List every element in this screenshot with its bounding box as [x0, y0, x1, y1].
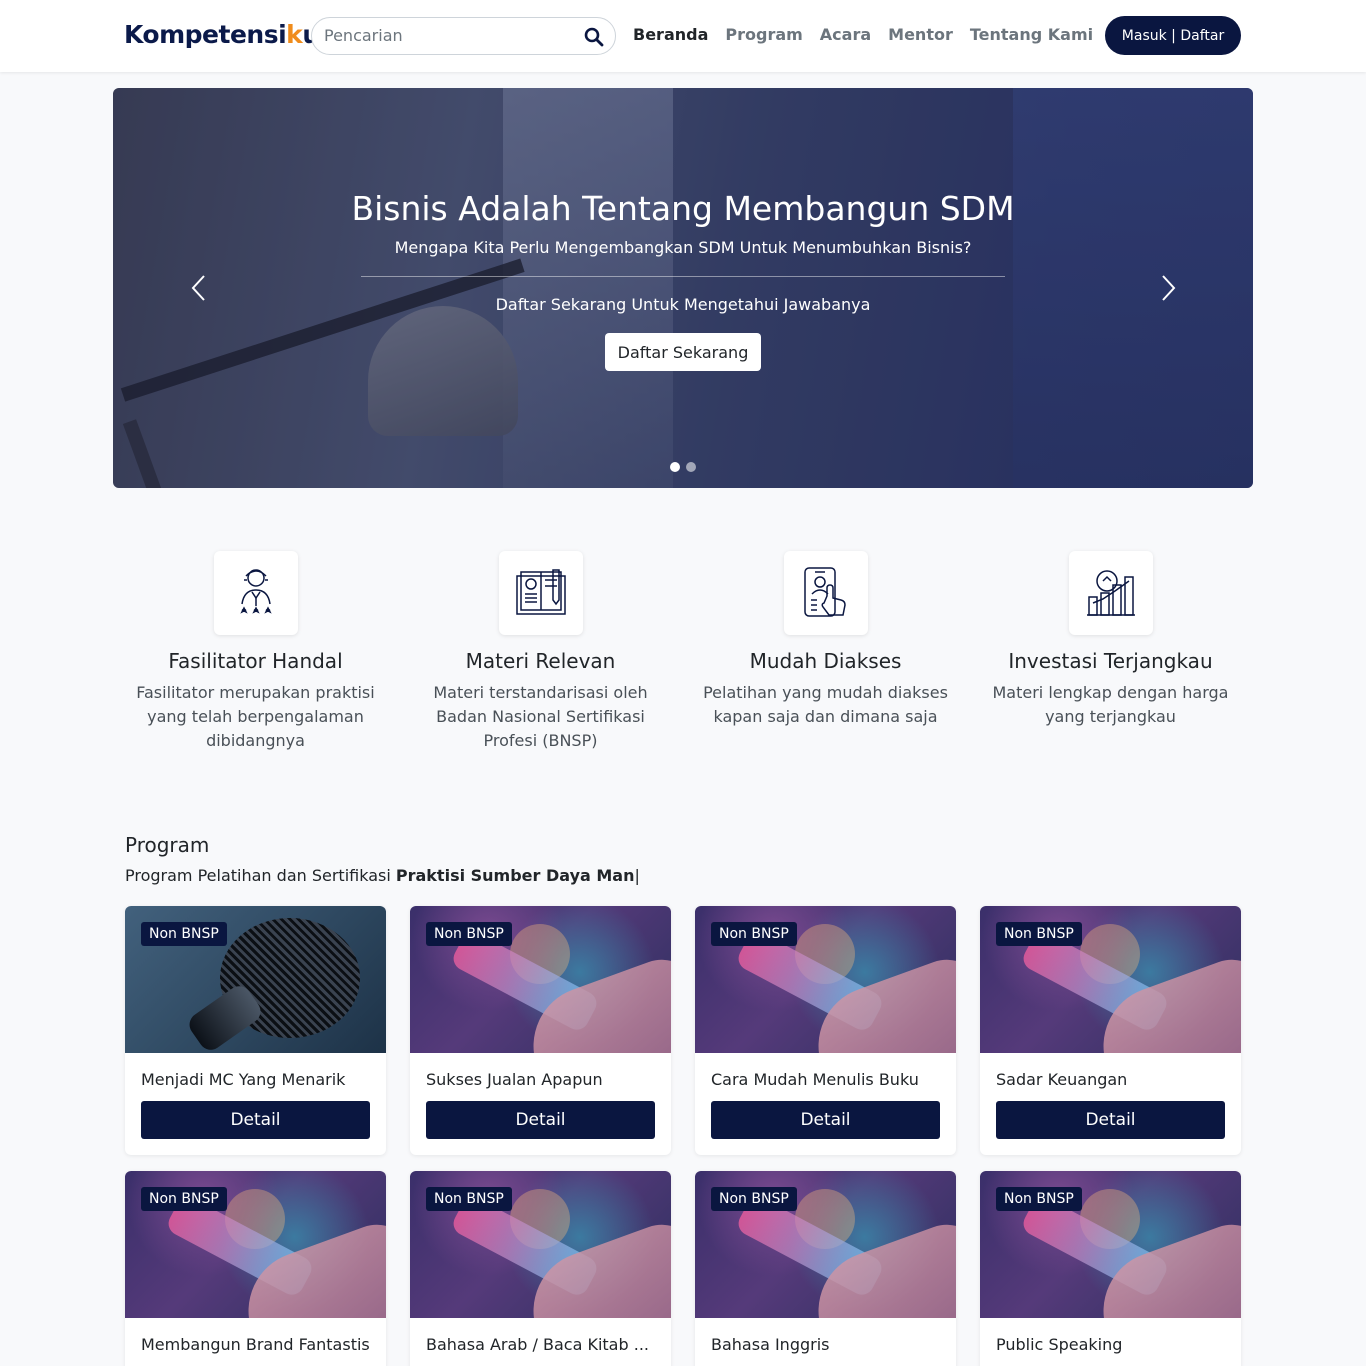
mobile-access-icon	[803, 567, 846, 617]
program-card: Non BNSP Sadar Keuangan Detail	[980, 906, 1241, 1155]
search-box	[311, 17, 616, 55]
feature-card: Materi Relevan Materi terstandarisasi ol…	[398, 551, 683, 753]
program-title[interactable]: Sukses Jualan Apapun	[426, 1070, 656, 1089]
detail-button[interactable]: Detail	[711, 1101, 940, 1139]
chevron-right-icon[interactable]	[1155, 273, 1179, 303]
nav-beranda[interactable]: Beranda	[633, 25, 708, 44]
program-card: Non BNSP Cara Mudah Menulis Buku Detail	[695, 906, 956, 1155]
program-card: Non BNSP Public Speaking	[980, 1171, 1241, 1366]
detail-button[interactable]: Detail	[996, 1101, 1225, 1139]
feature-title: Investasi Terjangkau	[1008, 649, 1213, 673]
register-now-button[interactable]: Daftar Sekarang	[605, 333, 761, 371]
program-badge: Non BNSP	[711, 1187, 797, 1211]
program-section-subtitle: Program Pelatihan dan Sertifikasi Prakti…	[125, 866, 640, 885]
program-card: Non BNSP Membangun Brand Fantastis	[125, 1171, 386, 1366]
feature-title: Mudah Diakses	[749, 649, 902, 673]
feature-description: Pelatihan yang mudah diakses kapan saja …	[703, 683, 948, 726]
detail-button[interactable]: Detail	[426, 1101, 655, 1139]
program-title[interactable]: Bahasa Arab / Baca Kitab ...	[426, 1335, 656, 1354]
carousel-indicator-2[interactable]	[686, 462, 696, 472]
carousel-indicator-1[interactable]	[670, 462, 680, 472]
detail-button[interactable]: Detail	[141, 1101, 370, 1139]
nav-program[interactable]: Program	[725, 25, 802, 44]
feature-card: Mudah Diakses Pelatihan yang mudah diaks…	[683, 551, 968, 729]
typing-text: Praktisi Sumber Daya Man	[395, 866, 635, 885]
search-icon[interactable]	[583, 26, 605, 48]
program-card: Non BNSP Bahasa Inggris	[695, 1171, 956, 1366]
facilitator-icon	[239, 569, 272, 614]
login-register-button[interactable]: Masuk | Daftar	[1105, 16, 1241, 55]
feature-title: Materi Relevan	[465, 649, 616, 673]
book-icon	[515, 569, 566, 615]
feature-description: Materi lengkap dengan harga yang terjang…	[992, 683, 1229, 726]
program-title[interactable]: Membangun Brand Fantastis	[141, 1335, 371, 1354]
program-badge: Non BNSP	[426, 922, 512, 946]
program-title[interactable]: Cara Mudah Menulis Buku	[711, 1070, 941, 1089]
program-card: Non BNSP Sukses Jualan Apapun Detail	[410, 906, 671, 1155]
nav-mentor[interactable]: Mentor	[888, 25, 953, 44]
chevron-left-icon[interactable]	[188, 273, 212, 303]
navbar: Kompetensiku Beranda Program Acara Mento…	[0, 0, 1366, 72]
program-title[interactable]: Public Speaking	[996, 1335, 1226, 1354]
program-badge: Non BNSP	[141, 1187, 227, 1211]
program-badge: Non BNSP	[996, 922, 1082, 946]
brand-logo[interactable]: Kompetensiku	[124, 20, 320, 49]
program-card: Non BNSP Menjadi MC Yang Menarik Detail	[125, 906, 386, 1155]
feature-description: Fasilitator merupakan praktisi yang tela…	[136, 683, 375, 750]
program-title[interactable]: Bahasa Inggris	[711, 1335, 941, 1354]
feature-card: Investasi Terjangkau Materi lengkap deng…	[968, 551, 1253, 729]
program-badge: Non BNSP	[711, 922, 797, 946]
nav-tentang-kami[interactable]: Tentang Kami	[970, 25, 1093, 44]
search-input[interactable]	[324, 26, 574, 45]
nav-acara[interactable]: Acara	[820, 25, 871, 44]
program-badge: Non BNSP	[141, 922, 227, 946]
typing-cursor: |	[634, 866, 640, 885]
hero-subtitle: Mengapa Kita Perlu Mengembangkan SDM Unt…	[394, 238, 972, 257]
feature-card: Fasilitator Handal Fasilitator merupakan…	[113, 551, 398, 753]
investment-chart-icon	[1086, 570, 1135, 616]
program-title[interactable]: Menjadi MC Yang Menarik	[141, 1070, 371, 1089]
hero-cta-text: Daftar Sekarang Untuk Mengetahui Jawaban…	[495, 295, 871, 314]
program-badge: Non BNSP	[996, 1187, 1082, 1211]
hero-carousel: Bisnis Adalah Tentang Membangun SDM Meng…	[113, 88, 1253, 488]
feature-title: Fasilitator Handal	[168, 649, 343, 673]
hero-title: Bisnis Adalah Tentang Membangun SDM	[351, 189, 1015, 228]
program-card: Non BNSP Bahasa Arab / Baca Kitab ...	[410, 1171, 671, 1366]
program-badge: Non BNSP	[426, 1187, 512, 1211]
feature-description: Materi terstandarisasi oleh Badan Nasion…	[433, 683, 648, 750]
program-section-title: Program	[125, 833, 210, 857]
program-title[interactable]: Sadar Keuangan	[996, 1070, 1226, 1089]
hero-divider	[361, 276, 1005, 277]
main-nav: Beranda Program Acara Mentor Tentang Kam…	[633, 25, 1093, 44]
